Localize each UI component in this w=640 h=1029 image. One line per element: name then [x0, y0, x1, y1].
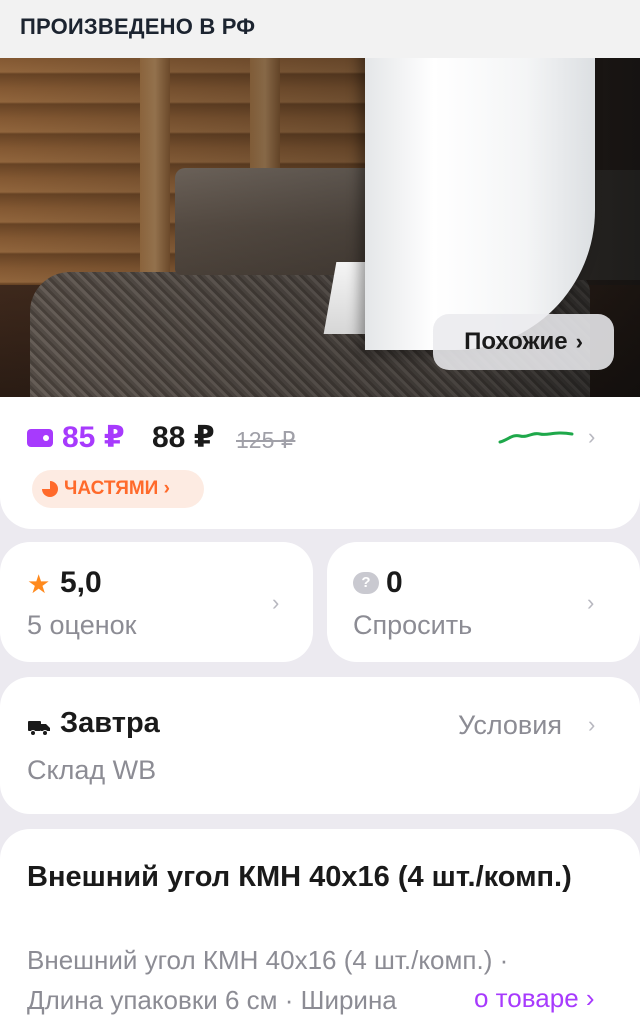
product-image[interactable]: ПРОИЗВЕДЕНО В РФ Похожие › [0, 0, 640, 397]
ask-question-label: Спросить [353, 610, 473, 640]
delivery-card[interactable] [0, 677, 640, 814]
rating-count: 5 оценок [27, 610, 137, 640]
similar-label: Похожие [464, 328, 568, 355]
installment-label: ЧАСТЯМИ › [64, 478, 170, 499]
chevron-right-icon[interactable]: › [588, 424, 595, 450]
price-history-sparkline-icon[interactable] [498, 424, 574, 448]
delivery-date: Завтра [60, 707, 160, 739]
image-banner: ПРОИЗВЕДЕНО В РФ [0, 0, 640, 58]
wallet-price: 85 ₽ [62, 421, 125, 454]
chevron-right-icon: › [575, 329, 583, 354]
product-title: Внешний угол КМН 40x16 (4 шт./комп.) [27, 861, 572, 893]
rating-card[interactable] [0, 542, 313, 662]
main-price: 88 ₽ [152, 421, 215, 454]
questions-count: 0 [386, 566, 403, 599]
delivery-conditions-link[interactable]: Условия [458, 710, 562, 741]
pie-chart-icon [42, 481, 58, 497]
question-bubble-icon: ? [353, 572, 379, 594]
similar-button[interactable]: Похожие › [433, 314, 614, 370]
star-icon: ★ [27, 569, 51, 599]
old-price: 125 ₽ [236, 427, 296, 453]
image-corner-profile [365, 20, 595, 350]
chevron-right-icon: › [587, 590, 595, 615]
banner-text: ПРОИЗВЕДЕНО В РФ [20, 14, 256, 39]
truck-icon [28, 721, 50, 736]
chevron-right-icon[interactable]: › [588, 712, 595, 738]
about-product-link[interactable]: о товаре › [470, 983, 595, 1014]
warehouse-label: Склад WB [27, 755, 157, 785]
installment-badge[interactable]: ЧАСТЯМИ › [32, 470, 204, 508]
price-card[interactable] [0, 397, 640, 529]
wallet-icon [27, 429, 53, 447]
rating-value: 5,0 [60, 566, 102, 599]
specs-line: Внешний угол КМН 40x16 (4 шт./комп.) · [27, 945, 509, 975]
chevron-right-icon: › [272, 590, 280, 615]
